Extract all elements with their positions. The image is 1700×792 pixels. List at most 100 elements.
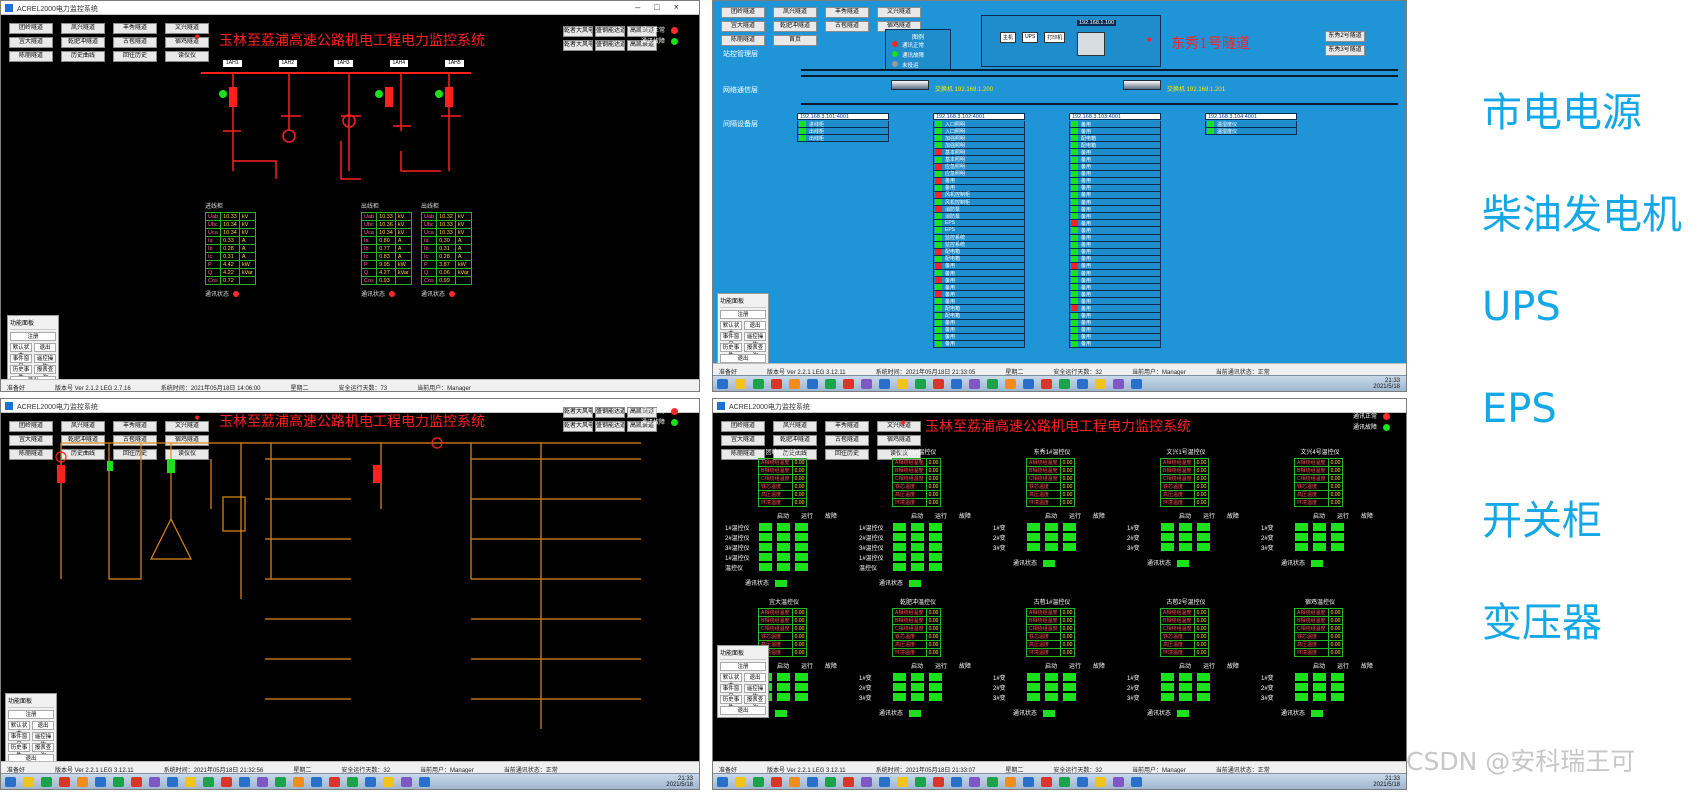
function-button[interactable]: 退出 — [34, 343, 56, 352]
taskbar-app-icon[interactable] — [365, 777, 376, 787]
nav-tunnel-button[interactable]: 宿鸡隧道 — [877, 435, 921, 446]
taskbar-app-icon[interactable] — [239, 777, 250, 787]
function-button[interactable]: 退出 — [32, 721, 54, 730]
taskbar-app-icon[interactable] — [897, 777, 908, 787]
taskbar-app-icon[interactable] — [95, 777, 106, 787]
taskbar-app-icon[interactable] — [1077, 777, 1088, 787]
taskbar-app-icon[interactable] — [1059, 777, 1070, 787]
taskbar-app-icon[interactable] — [77, 777, 88, 787]
taskbar-app-icon[interactable] — [789, 379, 800, 389]
device-row[interactable]: EPS — [933, 220, 1025, 228]
nav-tunnel-button[interactable]: 凤兴隧道 — [773, 421, 817, 432]
function-button[interactable]: 历史事件 — [720, 343, 742, 359]
function-button[interactable]: 事件窗口 — [720, 684, 742, 700]
taskbar-app-icon[interactable] — [1059, 379, 1070, 389]
taskbar-app-icon[interactable] — [717, 777, 728, 787]
taskbar-app-icon[interactable] — [987, 777, 998, 787]
taskbar-app-icon[interactable] — [1005, 379, 1016, 389]
taskbar-app-icon[interactable] — [347, 777, 358, 787]
function-button[interactable]: 退出 — [720, 354, 766, 363]
function-button[interactable]: 事件窗口 — [720, 332, 742, 348]
taskbar-app-icon[interactable] — [987, 379, 998, 389]
taskbar-app-icon[interactable] — [221, 777, 232, 787]
taskbar-app-icon[interactable] — [1131, 379, 1142, 389]
function-button[interactable]: 历史事件 — [10, 365, 32, 381]
taskbar-app-icon[interactable] — [203, 777, 214, 787]
taskbar-app-icon[interactable] — [771, 777, 782, 787]
function-button[interactable]: 退出 — [720, 706, 766, 715]
function-button[interactable]: 事件窗口 — [8, 732, 30, 748]
taskbar-app-icon[interactable] — [383, 777, 394, 787]
taskbar-app-icon[interactable] — [1095, 777, 1106, 787]
taskbar-app-icon[interactable] — [861, 379, 872, 389]
taskbar-app-icon[interactable] — [861, 777, 872, 787]
taskbar-app-icon[interactable] — [843, 777, 854, 787]
taskbar-app-icon[interactable] — [1041, 379, 1052, 389]
taskbar-app-icon[interactable] — [879, 379, 890, 389]
taskbar-app-icon[interactable] — [1131, 777, 1142, 787]
function-button[interactable]: 注册 — [8, 710, 54, 719]
taskbar-app-icon[interactable] — [789, 777, 800, 787]
function-button[interactable]: 退出 — [744, 321, 766, 330]
function-button[interactable]: 默认状态 — [720, 321, 742, 337]
taskbar-app-icon[interactable] — [807, 777, 818, 787]
taskbar-app-icon[interactable] — [1077, 379, 1088, 389]
nav-tunnel-button[interactable]: 宜大隧道 — [721, 435, 765, 446]
nav-tunnel-button[interactable]: 古苞隧道 — [825, 435, 869, 446]
taskbar-app-icon[interactable] — [933, 379, 944, 389]
taskbar-app-icon[interactable] — [419, 777, 430, 787]
taskbar-app-icon[interactable] — [969, 379, 980, 389]
taskbar-app-icon[interactable] — [825, 379, 836, 389]
function-button[interactable]: 注册 — [720, 662, 766, 671]
taskbar-app-icon[interactable] — [1041, 777, 1052, 787]
function-button[interactable]: 遥控操作 — [32, 732, 54, 748]
taskbar-app-icon[interactable] — [149, 777, 160, 787]
taskbar-app-icon[interactable] — [1005, 777, 1016, 787]
taskbar-app-icon[interactable] — [167, 777, 178, 787]
nav-tunnel-button[interactable]: 陈丽隧道 — [721, 35, 765, 46]
function-button[interactable]: 退出 — [744, 673, 766, 682]
function-button[interactable]: 注册 — [720, 310, 766, 319]
taskbar-app-icon[interactable] — [1113, 777, 1124, 787]
taskbar-app-icon[interactable] — [1023, 379, 1034, 389]
taskbar-app-icon[interactable] — [753, 379, 764, 389]
nav-tunnel-button[interactable]: 文兴隧道 — [877, 7, 921, 18]
function-button[interactable]: 遥控操作 — [744, 332, 766, 348]
device-row[interactable]: 温湿度仪 — [1205, 128, 1297, 136]
taskbar-app-icon[interactable] — [23, 777, 34, 787]
taskbar-app-icon[interactable] — [807, 379, 818, 389]
taskbar-app-icon[interactable] — [915, 777, 926, 787]
taskbar-app-icon[interactable] — [951, 777, 962, 787]
taskbar-app-icon[interactable] — [915, 379, 926, 389]
taskbar-app-icon[interactable] — [735, 379, 746, 389]
taskbar-app-icon[interactable] — [825, 777, 836, 787]
taskbar-app-icon[interactable] — [753, 777, 764, 787]
taskbar-app-icon[interactable] — [1095, 379, 1106, 389]
taskbar-app-icon[interactable] — [113, 777, 124, 787]
function-button[interactable]: 注册 — [10, 332, 56, 341]
taskbar-app-icon[interactable] — [843, 379, 854, 389]
nav-tunnel-button[interactable]: 乾肥冲隧道 — [773, 21, 817, 32]
nav-tunnel-button[interactable]: 团岭隧道 — [721, 7, 765, 18]
function-button[interactable]: 报表查询 — [744, 695, 766, 711]
taskbar-app-icon[interactable] — [41, 777, 52, 787]
tunnel-switch-button[interactable]: 东秀3号隧道 — [1325, 45, 1365, 56]
taskbar-app-icon[interactable] — [897, 379, 908, 389]
taskbar-app-icon[interactable] — [771, 379, 782, 389]
taskbar-app-icon[interactable] — [185, 777, 196, 787]
taskbar-app-icon[interactable] — [131, 777, 142, 787]
taskbar-app-icon[interactable] — [717, 379, 728, 389]
device-row[interactable]: 消防泵 — [933, 213, 1025, 221]
function-button[interactable]: 报表查询 — [744, 343, 766, 359]
taskbar-app-icon[interactable] — [401, 777, 412, 787]
function-button[interactable]: 历史事件 — [8, 743, 30, 759]
tunnel-switch-button[interactable]: 东秀2号隧道 — [1325, 31, 1365, 42]
taskbar-app-icon[interactable] — [933, 777, 944, 787]
nav-tunnel-button[interactable]: 首页 — [773, 35, 817, 46]
function-button[interactable]: 历史事件 — [720, 695, 742, 711]
nav-tunnel-button[interactable]: 凤兴隧道 — [773, 7, 817, 18]
taskbar-app-icon[interactable] — [59, 777, 70, 787]
taskbar-app-icon[interactable] — [293, 777, 304, 787]
function-button[interactable]: 默认状态 — [10, 343, 32, 359]
function-button[interactable]: 遥控操作 — [34, 354, 56, 370]
